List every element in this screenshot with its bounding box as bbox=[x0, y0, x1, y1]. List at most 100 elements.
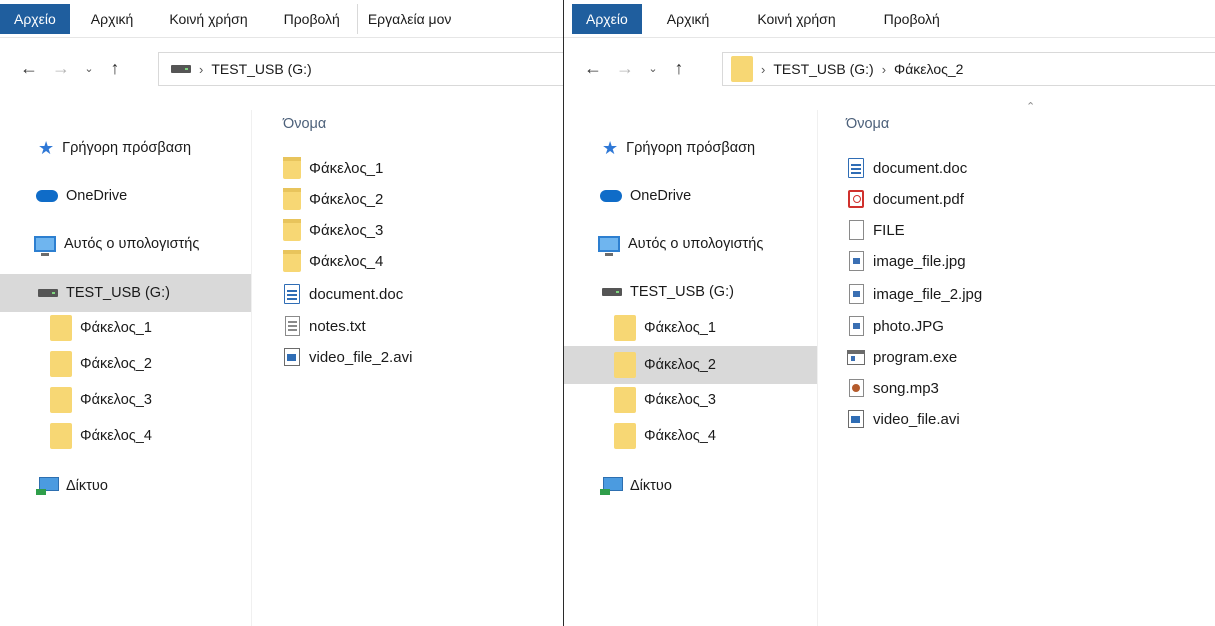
back-arrow-icon[interactable]: ← bbox=[16, 53, 42, 83]
file-name: document.pdf bbox=[873, 190, 964, 208]
network-icon bbox=[36, 477, 59, 495]
up-arrow-icon[interactable]: ↑ bbox=[666, 53, 692, 83]
tab-home[interactable]: Αρχική bbox=[80, 0, 145, 38]
tree-item-label: OneDrive bbox=[66, 188, 128, 204]
list-item[interactable]: program.exe bbox=[847, 343, 957, 371]
file-name: Φάκελος_4 bbox=[309, 252, 384, 270]
list-item[interactable]: Φάκελος_1 bbox=[283, 154, 383, 182]
list-item[interactable]: Φάκελος_4 bbox=[283, 247, 383, 275]
breadcrumb-item-drive[interactable]: TEST_USB (G:) bbox=[211, 61, 311, 77]
cloud-icon bbox=[600, 190, 622, 202]
file-name: Φάκελος_3 bbox=[309, 221, 384, 239]
folder-icon bbox=[731, 56, 753, 82]
list-item[interactable]: FILE bbox=[847, 216, 905, 244]
tree-item-label: OneDrive bbox=[630, 188, 692, 204]
tab-file[interactable]: Αρχείο bbox=[0, 4, 70, 34]
tree-item-folder-1[interactable]: Φάκελος_1 bbox=[0, 310, 251, 346]
forward-arrow-icon[interactable]: → bbox=[612, 53, 638, 83]
file-name: document.doc bbox=[873, 159, 968, 177]
file-name: image_file.jpg bbox=[873, 252, 966, 270]
tree-item-folder-4[interactable]: Φάκελος_4 bbox=[0, 418, 251, 454]
file-name: notes.txt bbox=[309, 317, 366, 335]
breadcrumb-item-drive[interactable]: TEST_USB (G:) bbox=[773, 61, 873, 77]
tree-item-network[interactable]: Δίκτυο bbox=[564, 468, 817, 504]
column-header-name[interactable]: Όνομα bbox=[846, 116, 889, 132]
folder-icon bbox=[614, 352, 636, 378]
video-icon bbox=[847, 410, 865, 428]
address-bar[interactable]: › TEST_USB (G:) › Φάκελος_2 bbox=[722, 52, 1215, 86]
tree-item-test-usb[interactable]: TEST_USB (G:) bbox=[0, 274, 251, 312]
ribbon-tabs: Αρχείο Αρχική Κοινή χρήση Προβολή Εργαλε… bbox=[0, 0, 563, 38]
forward-arrow-icon[interactable]: → bbox=[48, 53, 74, 83]
list-item[interactable]: notes.txt bbox=[283, 312, 366, 340]
tree-item-folder-4[interactable]: Φάκελος_4 bbox=[564, 418, 817, 454]
txt-icon bbox=[283, 316, 301, 336]
doc-icon bbox=[847, 158, 865, 178]
list-item[interactable]: image_file.jpg bbox=[847, 247, 966, 275]
tree-item-folder-3[interactable]: Φάκελος_3 bbox=[0, 382, 251, 418]
tree-item-this-pc[interactable]: Αυτός ο υπολογιστής bbox=[0, 226, 251, 262]
tree-item-label: Αυτός ο υπολογιστής bbox=[628, 236, 764, 252]
tree-item-label: Φάκελος_4 bbox=[644, 428, 716, 444]
tree-item-folder-1[interactable]: Φάκελος_1 bbox=[564, 310, 817, 346]
recent-locations-chevron-icon[interactable]: ⌄ bbox=[644, 53, 662, 83]
tree-item-network[interactable]: Δίκτυο bbox=[0, 468, 251, 504]
list-item[interactable]: song.mp3 bbox=[847, 374, 939, 402]
tab-view[interactable]: Προβολή bbox=[873, 0, 951, 38]
tree-item-folder-2[interactable]: Φάκελος_2 bbox=[564, 346, 817, 384]
ribbon-tabs: Αρχείο Αρχική Κοινή χρήση Προβολή bbox=[564, 0, 1215, 38]
tab-view[interactable]: Προβολή bbox=[273, 0, 351, 38]
explorer-window-left: Αρχείο Αρχική Κοινή χρήση Προβολή Εργαλε… bbox=[0, 0, 563, 626]
drive-icon bbox=[38, 289, 58, 297]
file-list: Όνομα document.doc document.pdf FILE ima… bbox=[819, 108, 1215, 626]
star-icon: ★ bbox=[38, 138, 55, 158]
folder-icon bbox=[614, 315, 636, 341]
breadcrumb-chevron-icon: › bbox=[199, 61, 204, 77]
folder-icon bbox=[614, 423, 636, 449]
file-name: video_file_2.avi bbox=[309, 348, 413, 366]
image-icon bbox=[847, 284, 865, 304]
tree-item-label: Φάκελος_2 bbox=[80, 356, 152, 372]
list-item[interactable]: image_file_2.jpg bbox=[847, 280, 982, 308]
breadcrumb-item-folder[interactable]: Φάκελος_2 bbox=[894, 61, 963, 77]
tree-item-label: Γρήγορη πρόσβαση bbox=[626, 140, 756, 156]
list-item[interactable]: Φάκελος_2 bbox=[283, 185, 383, 213]
folder-icon bbox=[50, 387, 72, 413]
tab-home[interactable]: Αρχική bbox=[656, 0, 721, 38]
tab-tools[interactable]: Εργαλεία μον bbox=[364, 0, 463, 38]
list-item[interactable]: document.doc bbox=[847, 154, 967, 182]
breadcrumb-chevron-icon: › bbox=[761, 61, 766, 77]
tree-item-quick-access[interactable]: ★ Γρήγορη πρόσβαση bbox=[564, 130, 817, 166]
tree-item-this-pc[interactable]: Αυτός ο υπολογιστής bbox=[564, 226, 817, 262]
pdf-icon bbox=[847, 190, 865, 208]
tree-item-label: TEST_USB (G:) bbox=[630, 284, 734, 300]
tree-item-quick-access[interactable]: ★ Γρήγορη πρόσβαση bbox=[0, 130, 251, 166]
tab-file[interactable]: Αρχείο bbox=[572, 4, 642, 34]
tree-item-label: Δίκτυο bbox=[66, 478, 108, 494]
tree-item-folder-2[interactable]: Φάκελος_2 bbox=[0, 346, 251, 382]
list-item[interactable]: Φάκελος_3 bbox=[283, 216, 383, 244]
tab-share[interactable]: Κοινή χρήση bbox=[158, 0, 258, 38]
list-item[interactable]: video_file_2.avi bbox=[283, 343, 412, 371]
file-name: image_file_2.jpg bbox=[873, 285, 983, 303]
tree-item-label: Φάκελος_2 bbox=[644, 357, 716, 373]
blank-file-icon bbox=[847, 220, 865, 240]
pc-icon bbox=[34, 236, 56, 256]
address-bar[interactable]: › TEST_USB (G:) bbox=[158, 52, 563, 86]
list-item[interactable]: video_file.avi bbox=[847, 405, 960, 433]
list-item[interactable]: document.pdf bbox=[847, 185, 964, 213]
tree-item-test-usb[interactable]: TEST_USB (G:) bbox=[564, 274, 817, 310]
tree-item-label: Φάκελος_4 bbox=[80, 428, 152, 444]
tree-item-onedrive[interactable]: OneDrive bbox=[0, 178, 251, 214]
tree-item-folder-3[interactable]: Φάκελος_3 bbox=[564, 382, 817, 418]
list-item[interactable]: photo.JPG bbox=[847, 312, 944, 340]
tab-share[interactable]: Κοινή χρήση bbox=[746, 0, 846, 38]
back-arrow-icon[interactable]: ← bbox=[580, 53, 606, 83]
recent-locations-chevron-icon[interactable]: ⌄ bbox=[80, 53, 98, 83]
column-header-name[interactable]: Όνομα bbox=[283, 116, 326, 132]
breadcrumb-chevron-icon: › bbox=[881, 61, 887, 77]
list-item[interactable]: document.doc bbox=[283, 280, 403, 308]
tree-item-onedrive[interactable]: OneDrive bbox=[564, 178, 817, 214]
up-arrow-icon[interactable]: ↑ bbox=[102, 53, 128, 83]
explorer-window-right: Αρχείο Αρχική Κοινή χρήση Προβολή ← → ⌄ … bbox=[563, 0, 1215, 626]
